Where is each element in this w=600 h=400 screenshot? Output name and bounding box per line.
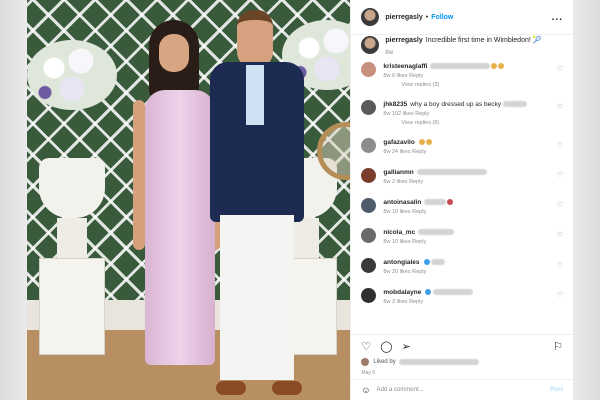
list-item: gallianmn 8w 2 likes Reply ♡ — [361, 168, 563, 198]
paper-plane-icon[interactable]: ➢ — [402, 340, 411, 353]
heart-icon[interactable]: ♡ — [557, 103, 563, 111]
flowers-left — [27, 40, 117, 110]
post-header: pierregasly • Follow ... — [351, 0, 573, 35]
comment-icon[interactable]: ◯ — [380, 340, 392, 353]
list-item: nicola_mc 8w 10 likes Reply ♡ — [361, 228, 563, 258]
heart-icon[interactable]: ♡ — [557, 261, 563, 269]
avatar — [361, 358, 370, 366]
avatar[interactable] — [361, 138, 377, 153]
comment-meta: 8w 6 likes Reply — [383, 73, 424, 79]
list-item: jhk8235 why a boy dressed up as becky 8w … — [361, 100, 563, 138]
username[interactable]: pierregasly — [385, 14, 422, 21]
comment-username[interactable]: gafazavilo — [383, 139, 414, 146]
blurred-text — [502, 101, 527, 108]
blurred-text — [430, 63, 491, 70]
comment-meta: 8w 102 likes Reply — [383, 111, 430, 117]
comment-username[interactable]: mobdalayne — [383, 289, 421, 296]
blurred-text — [398, 359, 479, 365]
more-options-icon[interactable]: ... — [552, 12, 563, 23]
heart-icon[interactable]: ♡ — [361, 340, 371, 353]
list-item: mobdalayne 8w 3 likes Reply ♡ — [361, 288, 563, 318]
view-replies-link[interactable]: View replies (6) — [401, 120, 543, 126]
comment-text: why a boy dressed up as becky — [410, 101, 501, 108]
caption-username[interactable]: pierregasly — [385, 37, 422, 44]
comment-username[interactable]: kristeenaglaffi — [383, 63, 427, 70]
man-figure — [202, 10, 312, 395]
comment-meta: 8w 3 likes Reply — [383, 299, 424, 305]
post-sidebar: pierregasly • Follow ... pierregasly Incr… — [350, 0, 573, 400]
heart-icon[interactable]: ♡ — [557, 141, 563, 149]
caption-text: Incredible first time in Wimbledon! 🎾 — [425, 37, 542, 44]
smile-icon[interactable]: ☺ — [361, 385, 370, 395]
add-comment-input[interactable]: Add a comment... — [377, 387, 424, 393]
comment-meta: 8w 24 likes Reply — [383, 149, 427, 155]
comment-meta: 8w 10 likes Reply — [383, 209, 427, 215]
comment-username[interactable]: nicola_mc — [383, 229, 415, 236]
list-item: kristeenaglaffi 8w 6 likes Reply View re… — [361, 62, 563, 100]
caption-time: 8w — [385, 50, 394, 56]
comment-username[interactable]: jhk8235 — [383, 101, 407, 108]
avatar[interactable] — [361, 36, 380, 54]
comment-meta: 8w 2 likes Reply — [383, 179, 424, 185]
list-item: antongiales 8w 20 likes Reply ♡ — [361, 258, 563, 288]
separator-dot: • — [425, 13, 429, 21]
heart-icon[interactable]: ♡ — [557, 291, 563, 299]
post-photo[interactable] — [27, 0, 351, 400]
list-item: gafazavilo 8w 24 likes Reply ♡ — [361, 138, 563, 168]
blurred-text — [418, 229, 455, 236]
heart-icon[interactable]: ♡ — [557, 201, 563, 209]
comment-username[interactable]: antongiales — [383, 259, 419, 266]
comment-meta: 8w 20 likes Reply — [383, 269, 427, 275]
urn-left — [39, 158, 105, 355]
instagram-post: pierregasly • Follow ... pierregasly Incr… — [27, 0, 573, 400]
blurred-text — [416, 169, 487, 176]
comment-username[interactable]: antoinasalin — [383, 199, 421, 206]
heart-icon[interactable]: ♡ — [557, 231, 563, 239]
avatar[interactable] — [361, 168, 377, 183]
avatar[interactable] — [361, 8, 380, 26]
view-replies-link[interactable]: View replies (3) — [401, 82, 543, 88]
avatar[interactable] — [361, 62, 377, 77]
avatar[interactable] — [361, 198, 377, 213]
likes-text: Liked by — [373, 359, 396, 365]
add-comment-bar: ☺ Add a comment... Post — [351, 379, 573, 400]
comment-meta: 8w 10 likes Reply — [383, 239, 427, 245]
post-button[interactable]: Post — [550, 387, 563, 393]
blurred-text — [433, 289, 474, 296]
heart-icon[interactable]: ♡ — [557, 171, 563, 179]
comment-username[interactable]: gallianmn — [383, 169, 413, 176]
follow-button[interactable]: Follow — [431, 14, 453, 21]
bookmark-icon[interactable]: ⚐ — [553, 340, 563, 353]
post-actions: ♡ ◯ ➢ ⚐ — [351, 334, 573, 357]
heart-icon[interactable]: ♡ — [557, 65, 563, 73]
list-item: antoinasalin 8w 10 likes Reply ♡ — [361, 198, 563, 228]
comments-list[interactable]: pierregasly Incredible first time in Wimb… — [351, 34, 573, 328]
post-date: May 6 — [361, 370, 376, 376]
likes-summary[interactable]: Liked by — [361, 358, 479, 366]
blurred-text — [431, 259, 446, 266]
caption: pierregasly Incredible first time in Wimb… — [361, 34, 563, 62]
avatar[interactable] — [361, 258, 377, 273]
blurred-text — [424, 199, 447, 206]
avatar[interactable] — [361, 100, 377, 115]
avatar[interactable] — [361, 228, 377, 243]
avatar[interactable] — [361, 288, 377, 303]
